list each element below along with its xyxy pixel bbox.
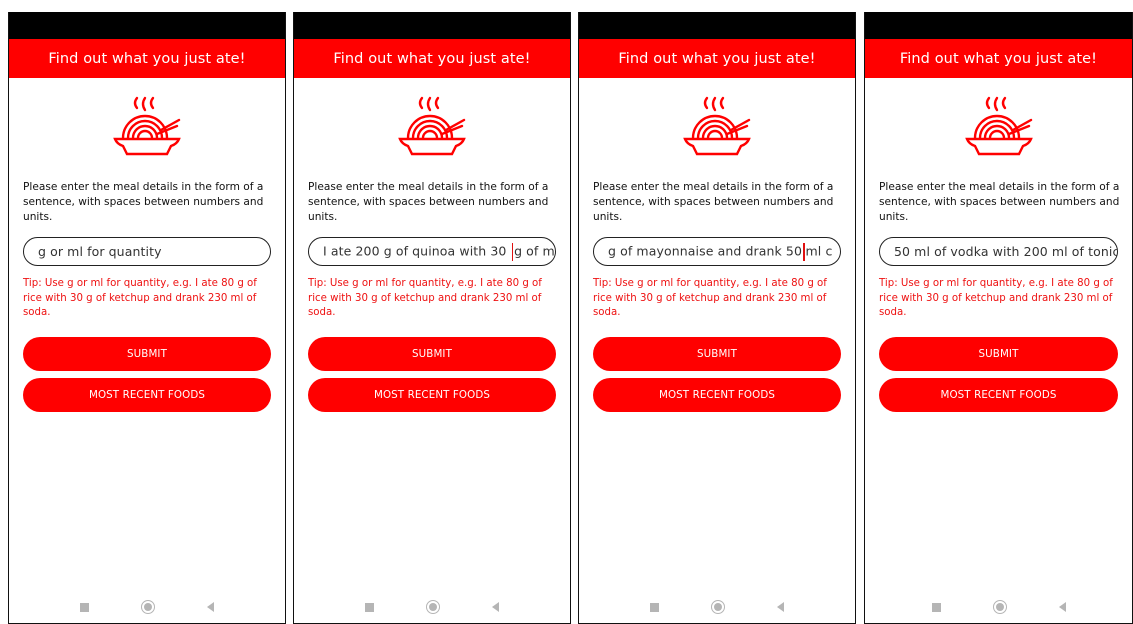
tip-text: Tip: Use g or ml for quantity, e.g. I at… bbox=[593, 278, 827, 318]
screenshot-panels: Find out what you just ate! Please enter… bbox=[0, 0, 1133, 624]
recent-apps-icon[interactable] bbox=[650, 602, 659, 612]
input-text-after-caret: g of m bbox=[514, 243, 555, 258]
header-title: Find out what you just ate! bbox=[333, 50, 531, 67]
back-icon[interactable] bbox=[207, 602, 214, 612]
text-caret bbox=[803, 242, 805, 261]
status-bar bbox=[579, 12, 855, 39]
android-nav-bar bbox=[294, 597, 570, 617]
meal-input-text: I ate 200 g of quinoa with 30 g of m bbox=[323, 242, 555, 261]
instruction-text: Please enter the meal details in the for… bbox=[308, 181, 549, 223]
phone-screen-2: Find out what you just ate! Please enter… bbox=[293, 12, 571, 624]
most-recent-foods-button[interactable]: MOST RECENT FOODS bbox=[308, 378, 556, 412]
text-caret bbox=[511, 242, 514, 261]
logo-container bbox=[865, 78, 1132, 178]
steaming-noodle-bowl-icon bbox=[113, 96, 181, 156]
recent-apps-icon[interactable] bbox=[931, 602, 941, 612]
header-title: Find out what you just ate! bbox=[48, 50, 246, 67]
android-nav-bar bbox=[579, 597, 855, 617]
home-icon[interactable] bbox=[426, 600, 440, 614]
phone-screen-1: Find out what you just ate! Please enter… bbox=[8, 12, 286, 624]
most-recent-foods-button[interactable]: MOST RECENT FOODS bbox=[593, 378, 841, 412]
submit-button[interactable]: SUBMIT bbox=[593, 337, 841, 371]
input-wrapper: g or ml for quantity bbox=[9, 237, 285, 266]
input-wrapper: 50 ml of vodka with 200 ml of tonic bbox=[865, 237, 1132, 266]
meal-input-text: 50 ml of vodka with 200 ml of tonic bbox=[894, 244, 1118, 259]
status-bar bbox=[294, 12, 570, 39]
meal-input-text: g or ml for quantity bbox=[38, 244, 162, 259]
input-text-before-caret: 50 ml of vodka with 200 ml of tonic bbox=[894, 244, 1118, 259]
phone-screen-4: Find out what you just ate! Please enter… bbox=[864, 12, 1133, 624]
app-header: Find out what you just ate! bbox=[865, 39, 1132, 78]
recent-apps-icon[interactable] bbox=[80, 602, 89, 612]
home-icon[interactable] bbox=[992, 600, 1007, 614]
meal-input[interactable]: g of mayonnaise and drank 50 ml c bbox=[593, 237, 841, 266]
logo-container bbox=[579, 78, 855, 178]
app-header: Find out what you just ate! bbox=[9, 39, 285, 78]
meal-input[interactable]: g or ml for quantity bbox=[23, 237, 271, 266]
header-title: Find out what you just ate! bbox=[618, 50, 816, 67]
home-icon[interactable] bbox=[141, 600, 155, 614]
steaming-noodle-bowl-icon bbox=[398, 96, 466, 156]
steaming-noodle-bowl-icon bbox=[683, 96, 751, 156]
input-text-before-caret: g of mayonnaise and drank 50 bbox=[608, 243, 803, 258]
back-icon[interactable] bbox=[1058, 602, 1066, 612]
app-header: Find out what you just ate! bbox=[579, 39, 855, 78]
input-text-after-caret: ml c bbox=[805, 243, 833, 258]
input-wrapper: I ate 200 g of quinoa with 30 g of m bbox=[294, 237, 570, 266]
steaming-noodle-bowl-icon bbox=[964, 96, 1033, 156]
meal-input-text: g of mayonnaise and drank 50 ml c bbox=[608, 242, 833, 261]
tip-text: Tip: Use g or ml for quantity, e.g. I at… bbox=[308, 278, 542, 318]
input-text-before-caret: I ate 200 g of quinoa with 30 bbox=[323, 243, 511, 258]
app-header: Find out what you just ate! bbox=[294, 39, 570, 78]
submit-button[interactable]: SUBMIT bbox=[879, 337, 1118, 371]
instruction-text: Please enter the meal details in the for… bbox=[23, 181, 264, 223]
android-nav-bar bbox=[9, 597, 285, 617]
android-nav-bar bbox=[865, 597, 1132, 617]
submit-button[interactable]: SUBMIT bbox=[308, 337, 556, 371]
status-bar bbox=[865, 12, 1132, 39]
back-icon[interactable] bbox=[492, 602, 499, 612]
home-icon[interactable] bbox=[711, 600, 725, 614]
instruction-text: Please enter the meal details in the for… bbox=[879, 181, 1120, 223]
submit-button[interactable]: SUBMIT bbox=[23, 337, 271, 371]
back-icon[interactable] bbox=[777, 602, 784, 612]
tip-text: Tip: Use g or ml for quantity, e.g. I at… bbox=[879, 278, 1113, 318]
logo-container bbox=[294, 78, 570, 178]
recent-apps-icon[interactable] bbox=[365, 602, 374, 612]
input-text-before-caret: g or ml for quantity bbox=[38, 244, 162, 259]
tip-text: Tip: Use g or ml for quantity, e.g. I at… bbox=[23, 278, 257, 318]
phone-screen-3: Find out what you just ate! Please enter… bbox=[578, 12, 856, 624]
most-recent-foods-button[interactable]: MOST RECENT FOODS bbox=[23, 378, 271, 412]
input-wrapper: g of mayonnaise and drank 50 ml c bbox=[579, 237, 855, 266]
meal-input[interactable]: I ate 200 g of quinoa with 30 g of m bbox=[308, 237, 556, 266]
most-recent-foods-button[interactable]: MOST RECENT FOODS bbox=[879, 378, 1118, 412]
status-bar bbox=[9, 12, 285, 39]
meal-input[interactable]: 50 ml of vodka with 200 ml of tonic bbox=[879, 237, 1118, 266]
logo-container bbox=[9, 78, 285, 178]
header-title: Find out what you just ate! bbox=[899, 50, 1098, 67]
instruction-text: Please enter the meal details in the for… bbox=[593, 181, 834, 223]
